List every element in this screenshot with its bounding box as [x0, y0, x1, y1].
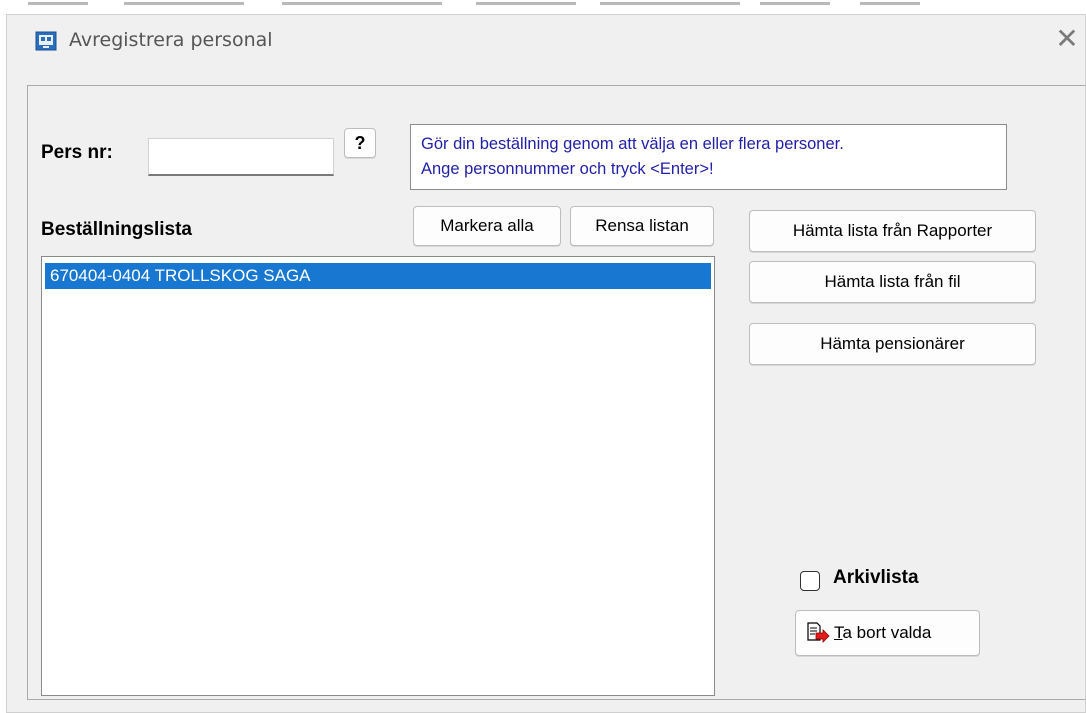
app-icon	[35, 31, 57, 51]
document-arrow-icon	[806, 622, 830, 644]
remove-selected-button[interactable]: Ta bort valda	[795, 610, 980, 656]
order-listbox[interactable]: 670404-0404 TROLLSKOG SAGA	[41, 256, 715, 696]
window-title: Avregistrera personal	[69, 29, 273, 51]
archive-checkbox[interactable]	[800, 571, 820, 591]
dialog-content: Pers nr: ? Gör din beställning genom att…	[27, 85, 1085, 700]
parent-window-strip	[0, 0, 1086, 12]
help-button[interactable]: ?	[344, 128, 376, 158]
fetch-pensioners-button[interactable]: Hämta pensionärer	[749, 323, 1036, 365]
dialog-window: Avregistrera personal ✕ Pers nr: ? Gör d…	[6, 14, 1086, 713]
mark-all-button[interactable]: Markera alla	[413, 206, 561, 246]
remove-button-label: Ta bort valda	[834, 623, 932, 642]
info-box: Gör din beställning genom att välja en e…	[410, 124, 1007, 190]
fetch-from-file-button[interactable]: Hämta lista från fil	[749, 261, 1036, 303]
archive-label: Arkivlista	[833, 567, 919, 588]
info-line-2: Ange personnummer och tryck <Enter>!	[421, 160, 714, 178]
order-list-label: Beställningslista	[41, 219, 192, 240]
clear-list-button[interactable]: Rensa listan	[570, 206, 714, 246]
fetch-from-reports-button[interactable]: Hämta lista från Rapporter	[749, 210, 1036, 252]
list-item[interactable]: 670404-0404 TROLLSKOG SAGA	[45, 263, 711, 289]
info-line-1: Gör din beställning genom att välja en e…	[421, 135, 844, 153]
close-icon[interactable]: ✕	[1053, 25, 1081, 53]
pers-nr-input[interactable]	[148, 138, 334, 176]
title-bar: Avregistrera personal ✕	[7, 15, 1085, 75]
pers-nr-label: Pers nr:	[41, 142, 113, 163]
